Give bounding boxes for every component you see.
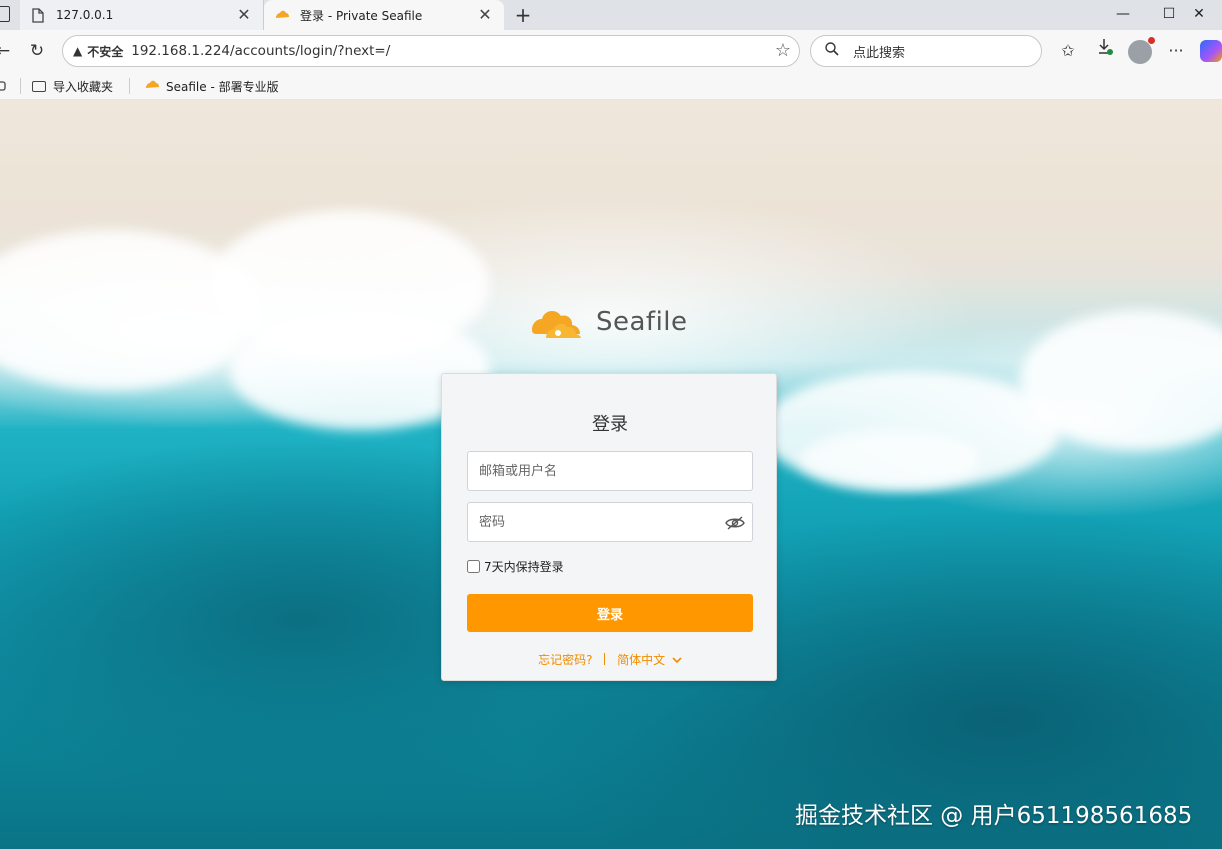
new-tab-button[interactable]: + (510, 2, 536, 28)
links-separator (604, 653, 606, 665)
bookmark-label: Seafile - 部署专业版 (166, 79, 279, 94)
seafile-favicon-icon (274, 7, 290, 23)
logo-text: Seafile (596, 307, 688, 337)
back-icon[interactable]: ← (0, 38, 16, 64)
security-label: 不安全 (87, 44, 124, 59)
warning-icon: ▲ (73, 44, 83, 58)
tab-strip: 127.0.0.1 ✕ 登录 - Private Seafile ✕ + — ☐… (0, 0, 1222, 30)
close-tab-icon[interactable]: ✕ (235, 6, 253, 24)
url-text[interactable]: 192.168.1.224/accounts/login/?next=/ (131, 43, 390, 59)
bookmarks-menu-icon[interactable] (0, 77, 6, 95)
close-window-button[interactable]: ✕ (1176, 0, 1222, 30)
bookmarks-separator (129, 78, 130, 94)
login-card: 登录 7天内保持登录 登录 忘记密码? 简体中文 (441, 373, 777, 681)
profile-avatar[interactable] (1128, 37, 1155, 64)
downloads-icon[interactable] (1092, 38, 1118, 64)
security-warning[interactable]: ▲ 不安全 (73, 43, 123, 60)
seafile-icon (144, 79, 160, 94)
more-options-icon[interactable]: ··· (1163, 38, 1189, 64)
favorites-icon[interactable]: ✩ (1055, 38, 1081, 64)
folder-icon (32, 80, 46, 92)
tab-seafile-login[interactable]: 登录 - Private Seafile ✕ (264, 0, 504, 30)
password-input[interactable] (467, 502, 753, 542)
search-box[interactable]: 点此搜索 (810, 35, 1042, 67)
wave-foam (800, 430, 980, 490)
seafile-logo: Seafile (528, 300, 688, 344)
copilot-icon[interactable] (1200, 40, 1222, 62)
remember-me[interactable]: 7天内保持登录 (467, 558, 564, 575)
bookmark-seafile-pro[interactable]: Seafile - 部署专业版 (144, 77, 279, 95)
login-page-background: Seafile 登录 7天内保持登录 登录 忘记密码? 简体中文 掘金技术社区 … (0, 100, 1222, 849)
login-title: 登录 (592, 414, 628, 435)
tab-127[interactable]: 127.0.0.1 ✕ (20, 0, 264, 30)
minimize-button[interactable]: — (1100, 0, 1146, 30)
page-icon (30, 7, 46, 23)
seafile-logo-icon (532, 310, 581, 338)
favorite-star-icon[interactable]: ☆ (775, 40, 791, 61)
bookmark-label: 导入收藏夹 (53, 79, 114, 94)
login-button[interactable]: 登录 (467, 594, 753, 632)
username-input[interactable] (467, 451, 753, 491)
chevron-down-icon (672, 657, 682, 664)
bookmarks-separator (20, 78, 21, 94)
search-placeholder: 点此搜索 (853, 45, 906, 61)
login-links: 忘记密码? 简体中文 (442, 651, 778, 668)
address-bar[interactable]: ▲ 不安全 192.168.1.224/accounts/login/?next… (62, 35, 800, 67)
remember-label: 7天内保持登录 (484, 560, 564, 574)
remember-checkbox[interactable] (467, 560, 480, 573)
watermark: 掘金技术社区 @ 用户651198561685 (795, 803, 1193, 829)
bookmarks-bar: 导入收藏夹 Seafile - 部署专业版 (0, 72, 1222, 100)
forgot-password-link[interactable]: 忘记密码? (538, 653, 592, 667)
close-tab-icon[interactable]: ✕ (476, 6, 494, 24)
language-selector[interactable]: 简体中文 (617, 653, 682, 667)
language-label: 简体中文 (617, 653, 666, 667)
refresh-icon[interactable]: ↻ (24, 38, 50, 64)
search-icon (825, 42, 839, 60)
bookmark-import-favorites[interactable]: 导入收藏夹 (32, 77, 113, 95)
hide-password-icon[interactable] (725, 516, 745, 530)
tab-actions-icon[interactable] (0, 6, 10, 22)
tab-title: 127.0.0.1 (56, 8, 114, 22)
navigation-bar: ← ↻ ▲ 不安全 192.168.1.224/accounts/login/?… (0, 30, 1222, 72)
tab-title: 登录 - Private Seafile (300, 8, 423, 23)
